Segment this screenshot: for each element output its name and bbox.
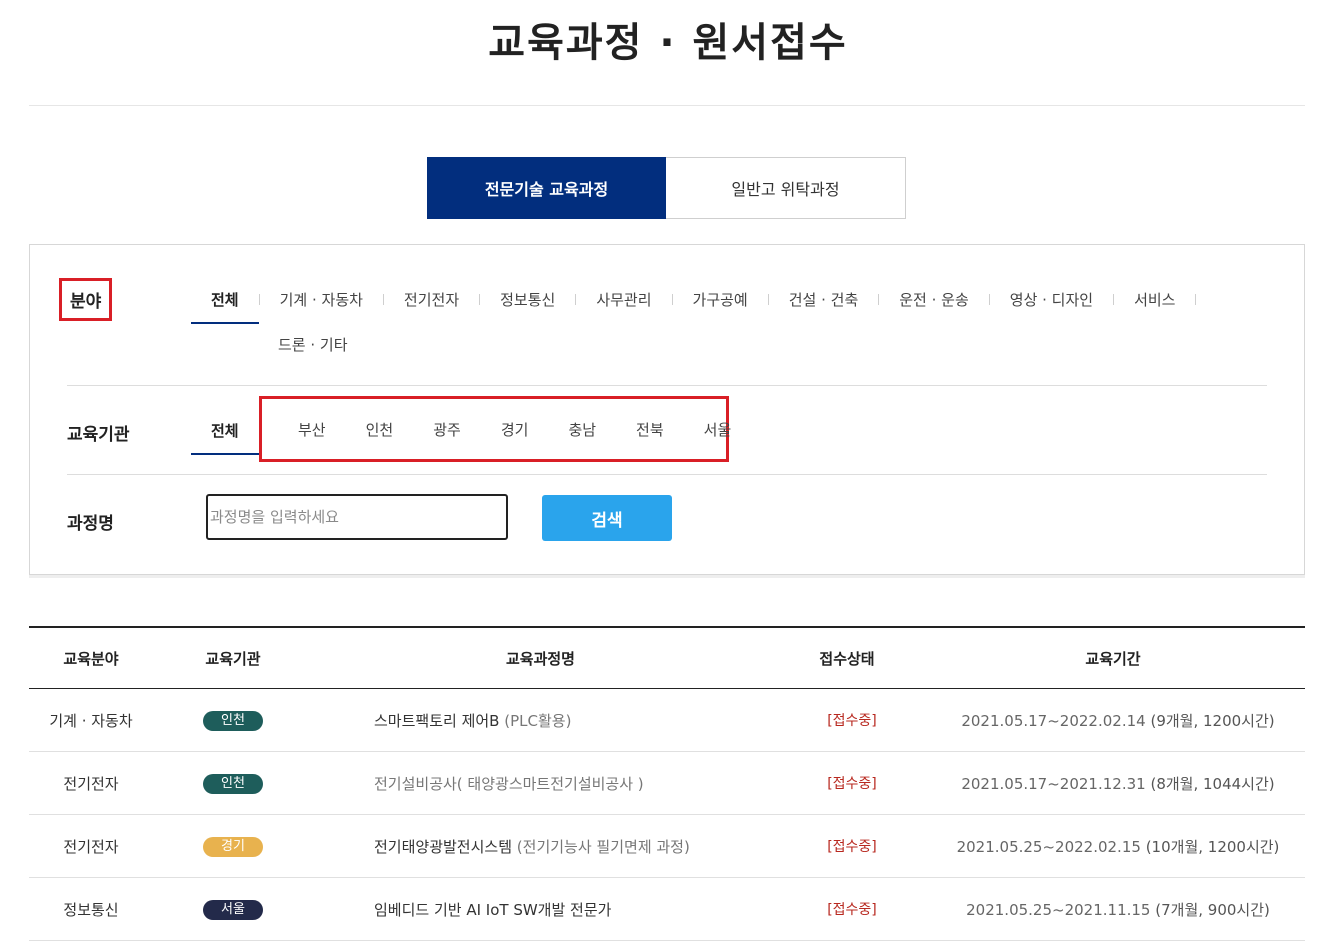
field-chip-info-communication[interactable]: 정보통신 [500,289,555,310]
separator [1195,294,1197,305]
course-table: 교육분야 교육기관 교육과정명 접수상태 교육기간 기계 · 자동차 인천 스마… [29,626,1305,941]
institution-badge: 서울 [203,899,263,920]
tab-general-high-school-courses[interactable]: 일반고 위탁과정 [666,157,906,219]
course-type-tabs: 전문기술 교육과정 일반고 위탁과정 [427,157,906,219]
title-divider [29,105,1305,106]
field-chip-driving-transport[interactable]: 운전 · 운송 [899,289,969,310]
institution-filter-label: 교육기관 [67,425,130,445]
field-chip-service[interactable]: 서비스 [1134,289,1175,310]
institution-filter-row: 전체 [191,420,258,455]
field-chip-electrical-electronics[interactable]: 전기전자 [404,289,459,310]
separator [258,294,260,305]
period-dates: 2021.05.25~2022.02.15 [956,837,1141,856]
status-badge: [접수중] [827,776,877,792]
status-badge: [접수중] [827,839,877,855]
table-row[interactable]: 전기전자 인천 전기설비공사( 태양광스마트전기설비공사 ) [접수중] 202… [29,752,1305,815]
field-chip-construction[interactable]: 건설 · 건축 [789,289,859,310]
institution-badge: 인천 [203,710,263,731]
course-name-label: 과정명 [67,514,114,534]
filter-divider [67,385,1267,386]
table-row[interactable]: 정보통신 서울 임베디드 기반 AI IoT SW개발 전문가 [접수중] 20… [29,878,1305,941]
institution-chip-gwangju[interactable]: 광주 [433,419,461,440]
table-header: 교육분야 교육기관 교육과정명 접수상태 교육기간 [29,626,1305,689]
table-row[interactable]: 전기전자 경기 전기태양광발전시스템 (전기기능사 필기면제 과정) [접수중]… [29,815,1305,878]
row-course-name[interactable]: 전기태양광발전시스템 (전기기능사 필기면제 과정) [313,836,773,857]
separator [1113,294,1115,305]
status-badge: [접수중] [827,902,877,918]
period-dates: 2021.05.17~2022.02.14 [961,711,1146,730]
period-duration: (7개월, 900시간) [1155,900,1270,919]
table-row[interactable]: 기계 · 자동차 인천 스마트팩토리 제어B (PLC활용) [접수중] 202… [29,689,1305,752]
period-duration: (9개월, 1200시간) [1150,711,1275,730]
institution-chip-all[interactable]: 전체 [191,420,258,455]
header-course-name: 교육과정명 [505,649,575,668]
period-dates: 2021.05.17~2021.12.31 [961,774,1146,793]
row-field: 전기전자 [63,837,119,856]
separator [671,294,673,305]
page-title: 교육과정 · 원서접수 [488,20,848,66]
period-duration: (8개월, 1044시간) [1150,774,1275,793]
institution-chip-chungnam[interactable]: 충남 [568,419,596,440]
tab-professional-courses[interactable]: 전문기술 교육과정 [427,157,666,219]
field-filter-row-1: 전체 기계 · 자동차 전기전자 정보통신 사무관리 가구공예 건설 · 건축 … [191,289,1216,324]
course-name-search-input[interactable] [206,494,508,540]
field-filter-label: 분야 [59,278,113,321]
row-course-name[interactable]: 스마트팩토리 제어B (PLC활용) [313,710,773,731]
field-chip-drone-etc[interactable]: 드론 · 기타 [278,334,348,355]
row-course-name[interactable]: 전기설비공사( 태양광스마트전기설비공사 ) [313,773,773,794]
institution-chip-incheon[interactable]: 인천 [366,419,394,440]
filter-panel: 분야 전체 기계 · 자동차 전기전자 정보통신 사무관리 가구공예 건설 · … [29,244,1305,578]
separator [878,294,880,305]
institution-chip-seoul[interactable]: 서울 [704,419,732,440]
filter-divider [67,474,1267,475]
field-chip-video-design[interactable]: 영상 · 디자인 [1010,289,1093,310]
course-title: 스마트팩토리 제어B [374,711,500,730]
search-button[interactable]: 검색 [542,495,672,541]
institution-badge: 경기 [203,836,263,857]
course-subtitle: 전기설비공사( 태양광스마트전기설비공사 ) [374,774,644,793]
separator [382,294,384,305]
row-field: 기계 · 자동차 [49,711,133,730]
field-filter-row-2: 드론 · 기타 [278,334,348,355]
institution-chip-gyeonggi[interactable]: 경기 [501,419,529,440]
header-period: 교육기간 [1085,649,1141,668]
header-institution: 교육기관 [205,649,261,668]
course-title: 임베디드 기반 AI IoT SW개발 전문가 [374,900,612,919]
institution-chip-jeonbuk[interactable]: 전북 [636,419,664,440]
field-chip-office-admin[interactable]: 사무관리 [596,289,651,310]
institution-badge: 인천 [203,773,263,794]
period-dates: 2021.05.25~2021.11.15 [966,900,1151,919]
separator [575,294,577,305]
row-field: 정보통신 [63,900,119,919]
period-duration: (10개월, 1200시간) [1145,837,1280,856]
field-chip-machinery-auto[interactable]: 기계 · 자동차 [280,289,363,310]
course-subtitle: (PLC활용) [504,711,572,730]
separator [479,294,481,305]
row-field: 전기전자 [63,774,119,793]
course-title: 전기태양광발전시스템 [374,837,513,856]
row-course-name[interactable]: 임베디드 기반 AI IoT SW개발 전문가 [313,899,773,920]
status-badge: [접수중] [827,713,877,729]
header-field: 교육분야 [63,649,119,668]
field-chip-furniture-craft[interactable]: 가구공예 [693,289,748,310]
institution-region-group: 부산 인천 광주 경기 충남 전북 서울 [259,396,731,462]
field-chip-all[interactable]: 전체 [191,289,258,324]
header-status: 접수상태 [819,649,875,668]
institution-chip-busan[interactable]: 부산 [298,419,326,440]
separator [988,294,990,305]
separator [767,294,769,305]
course-subtitle: (전기기능사 필기면제 과정) [516,837,690,856]
